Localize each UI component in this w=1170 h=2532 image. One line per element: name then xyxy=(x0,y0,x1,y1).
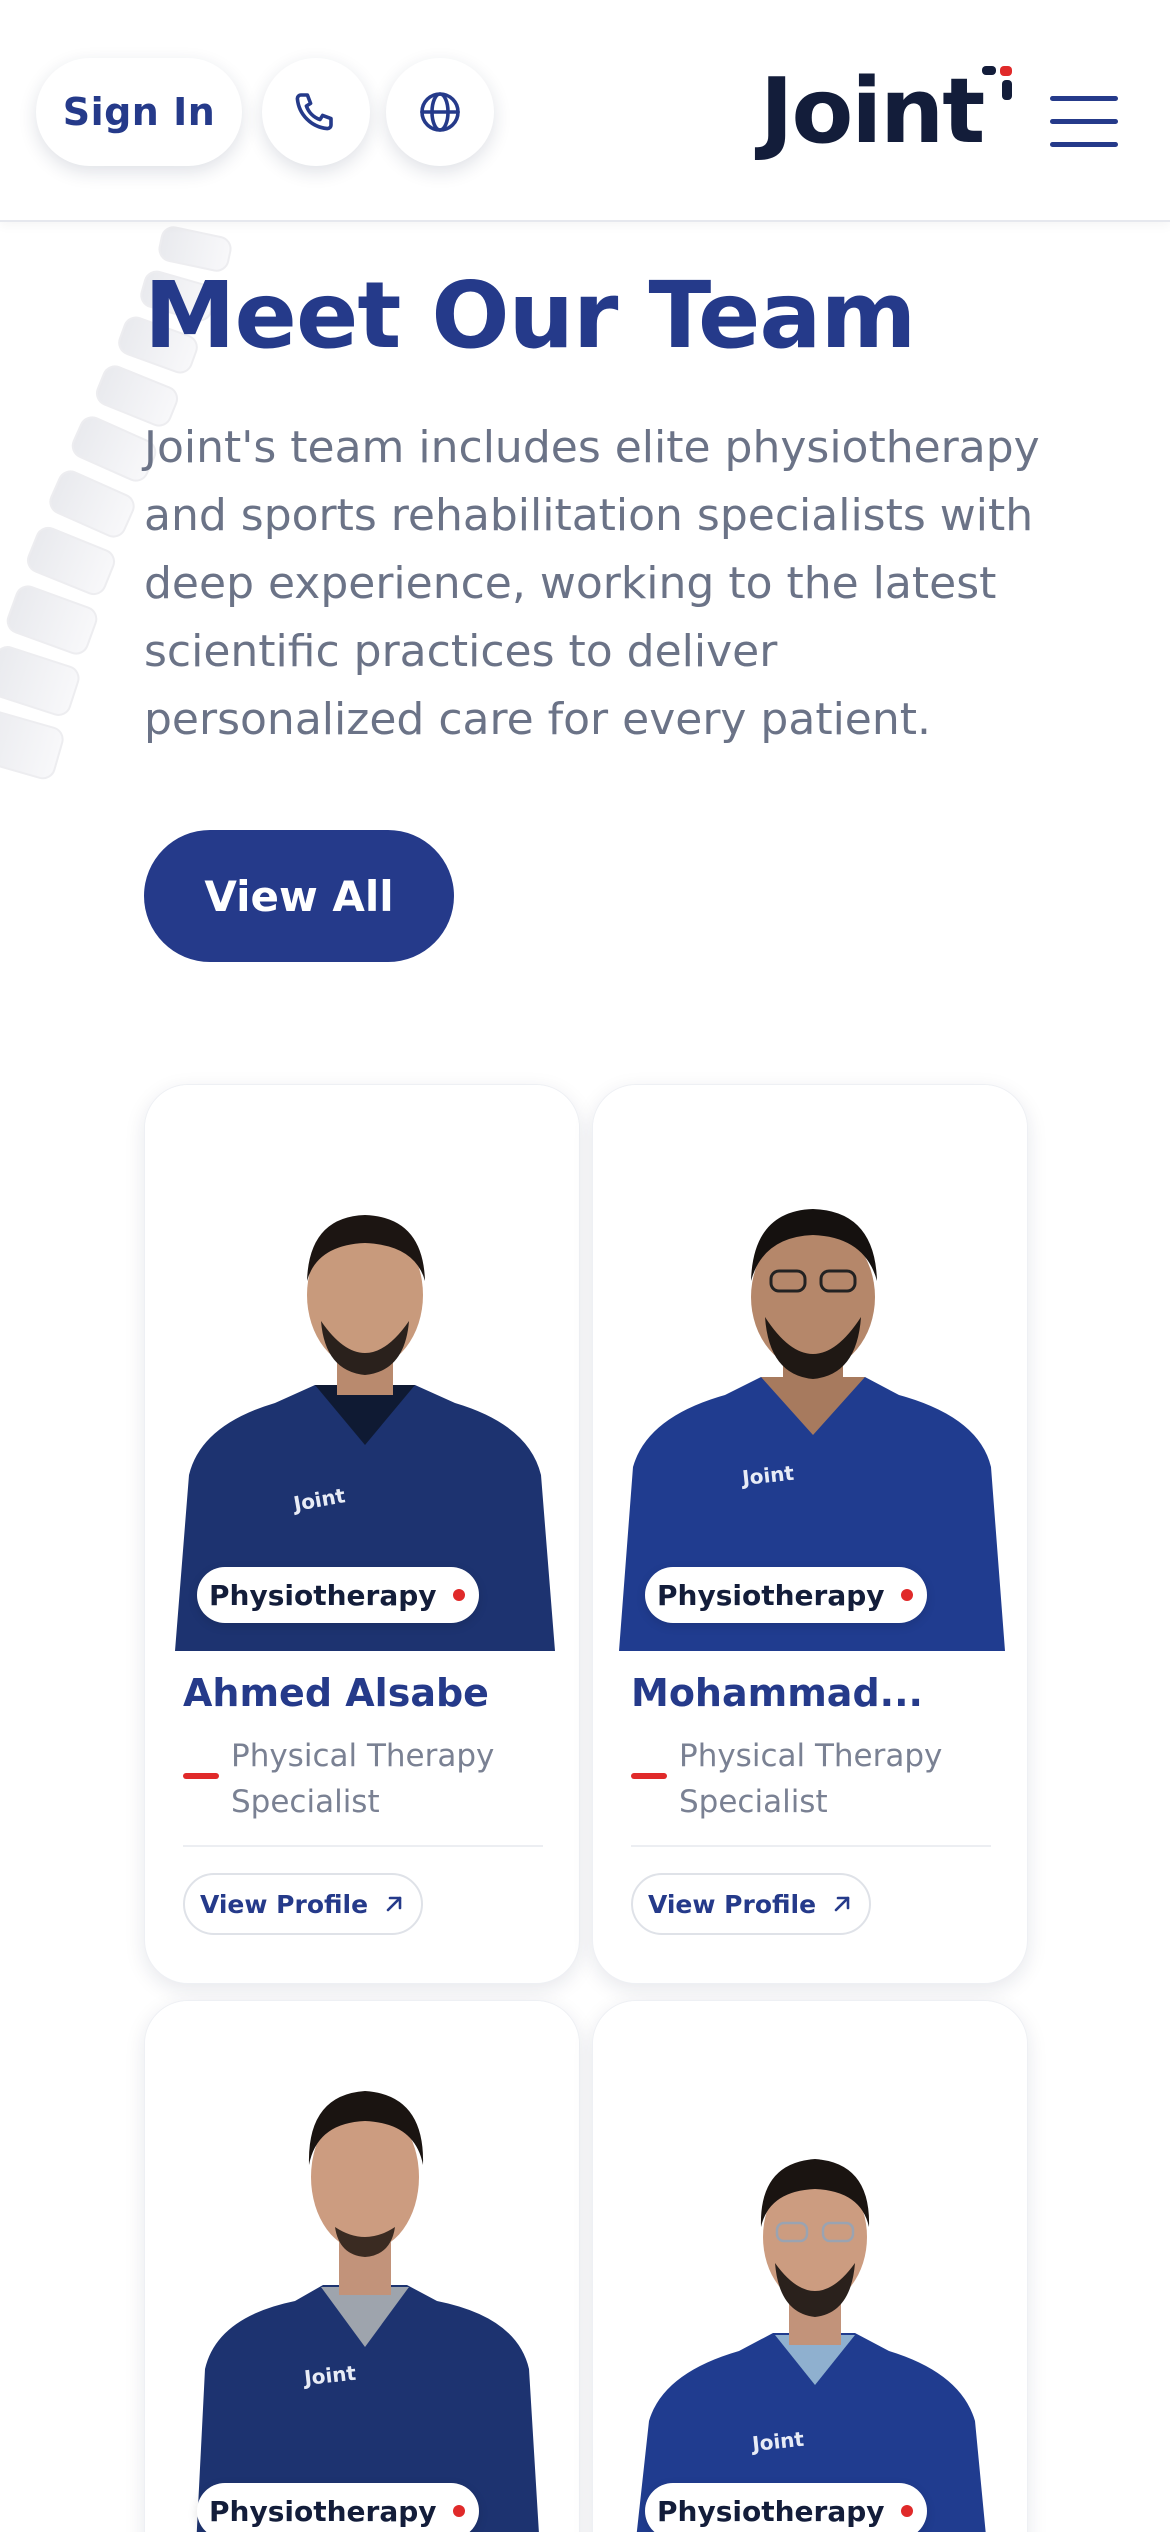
specialty-tag-label: Physiotherapy xyxy=(209,2494,437,2528)
specialty-tag: Physiotherapy xyxy=(645,1567,927,1623)
view-profile-label: View Profile xyxy=(199,1889,369,1919)
page: Sign In Joint Meet Our Team Joint's team… xyxy=(0,0,1170,2532)
view-profile-button[interactable]: View Profile xyxy=(631,1873,871,1935)
card-divider xyxy=(183,1845,543,1847)
team-member-card[interactable]: Joint Physiotherapy xyxy=(592,2000,1028,2532)
specialty-tag: Physiotherapy xyxy=(197,2483,479,2532)
team-member-card[interactable]: Joint Physiotherapy Ahmed Alsabe Physica… xyxy=(144,1084,580,1984)
section-description: Joint's team includes elite physiotherap… xyxy=(144,422,1040,745)
logo-text: Joint xyxy=(760,59,985,164)
specialty-tag-label: Physiotherapy xyxy=(657,2494,885,2528)
team-member-photo: Joint xyxy=(145,2001,579,2532)
arrow-up-right-icon xyxy=(386,1896,402,1912)
role-accent-bar xyxy=(631,1773,667,1779)
team-member-name: Ahmed Alsabe xyxy=(183,1671,489,1715)
specialty-tag: Physiotherapy xyxy=(645,2483,927,2532)
team-member-role: Physical Therapy Specialist xyxy=(231,1738,495,1820)
card-divider xyxy=(631,1845,991,1847)
language-button[interactable] xyxy=(386,58,494,166)
role-accent-bar xyxy=(183,1773,219,1779)
section-title: Meet Our Team xyxy=(144,262,916,369)
joint-logo[interactable]: Joint xyxy=(760,62,1020,162)
view-profile-button[interactable]: View Profile xyxy=(183,1873,423,1935)
top-header: Sign In Joint xyxy=(0,0,1170,222)
specialty-tag-label: Physiotherapy xyxy=(657,1578,885,1612)
tag-dot xyxy=(452,2505,465,2517)
team-member-card[interactable]: Joint Physiotherapy Mohammad... Physical… xyxy=(592,1084,1028,1984)
logo-accent-icon xyxy=(982,66,1012,100)
phone-icon xyxy=(295,93,333,131)
specialty-tag: Physiotherapy xyxy=(197,1567,479,1623)
arrow-up-right-icon xyxy=(834,1896,850,1912)
tag-dot xyxy=(900,1589,913,1601)
specialty-tag-label: Physiotherapy xyxy=(209,1578,437,1612)
team-member-card[interactable]: Joint Physiotherapy xyxy=(144,2000,580,2532)
sign-in-button[interactable]: Sign In xyxy=(36,58,242,166)
hamburger-menu-icon[interactable] xyxy=(1050,96,1118,148)
tag-dot xyxy=(900,2505,913,2517)
team-member-name: Mohammad... xyxy=(631,1671,923,1715)
team-member-photo: Joint xyxy=(593,2001,1027,2532)
globe-icon xyxy=(420,92,460,132)
tag-dot xyxy=(452,1589,465,1601)
phone-button[interactable] xyxy=(262,58,370,166)
team-member-role: Physical Therapy Specialist xyxy=(679,1738,943,1820)
view-profile-label: View Profile xyxy=(647,1889,817,1919)
view-all-button[interactable]: View All xyxy=(144,830,454,962)
